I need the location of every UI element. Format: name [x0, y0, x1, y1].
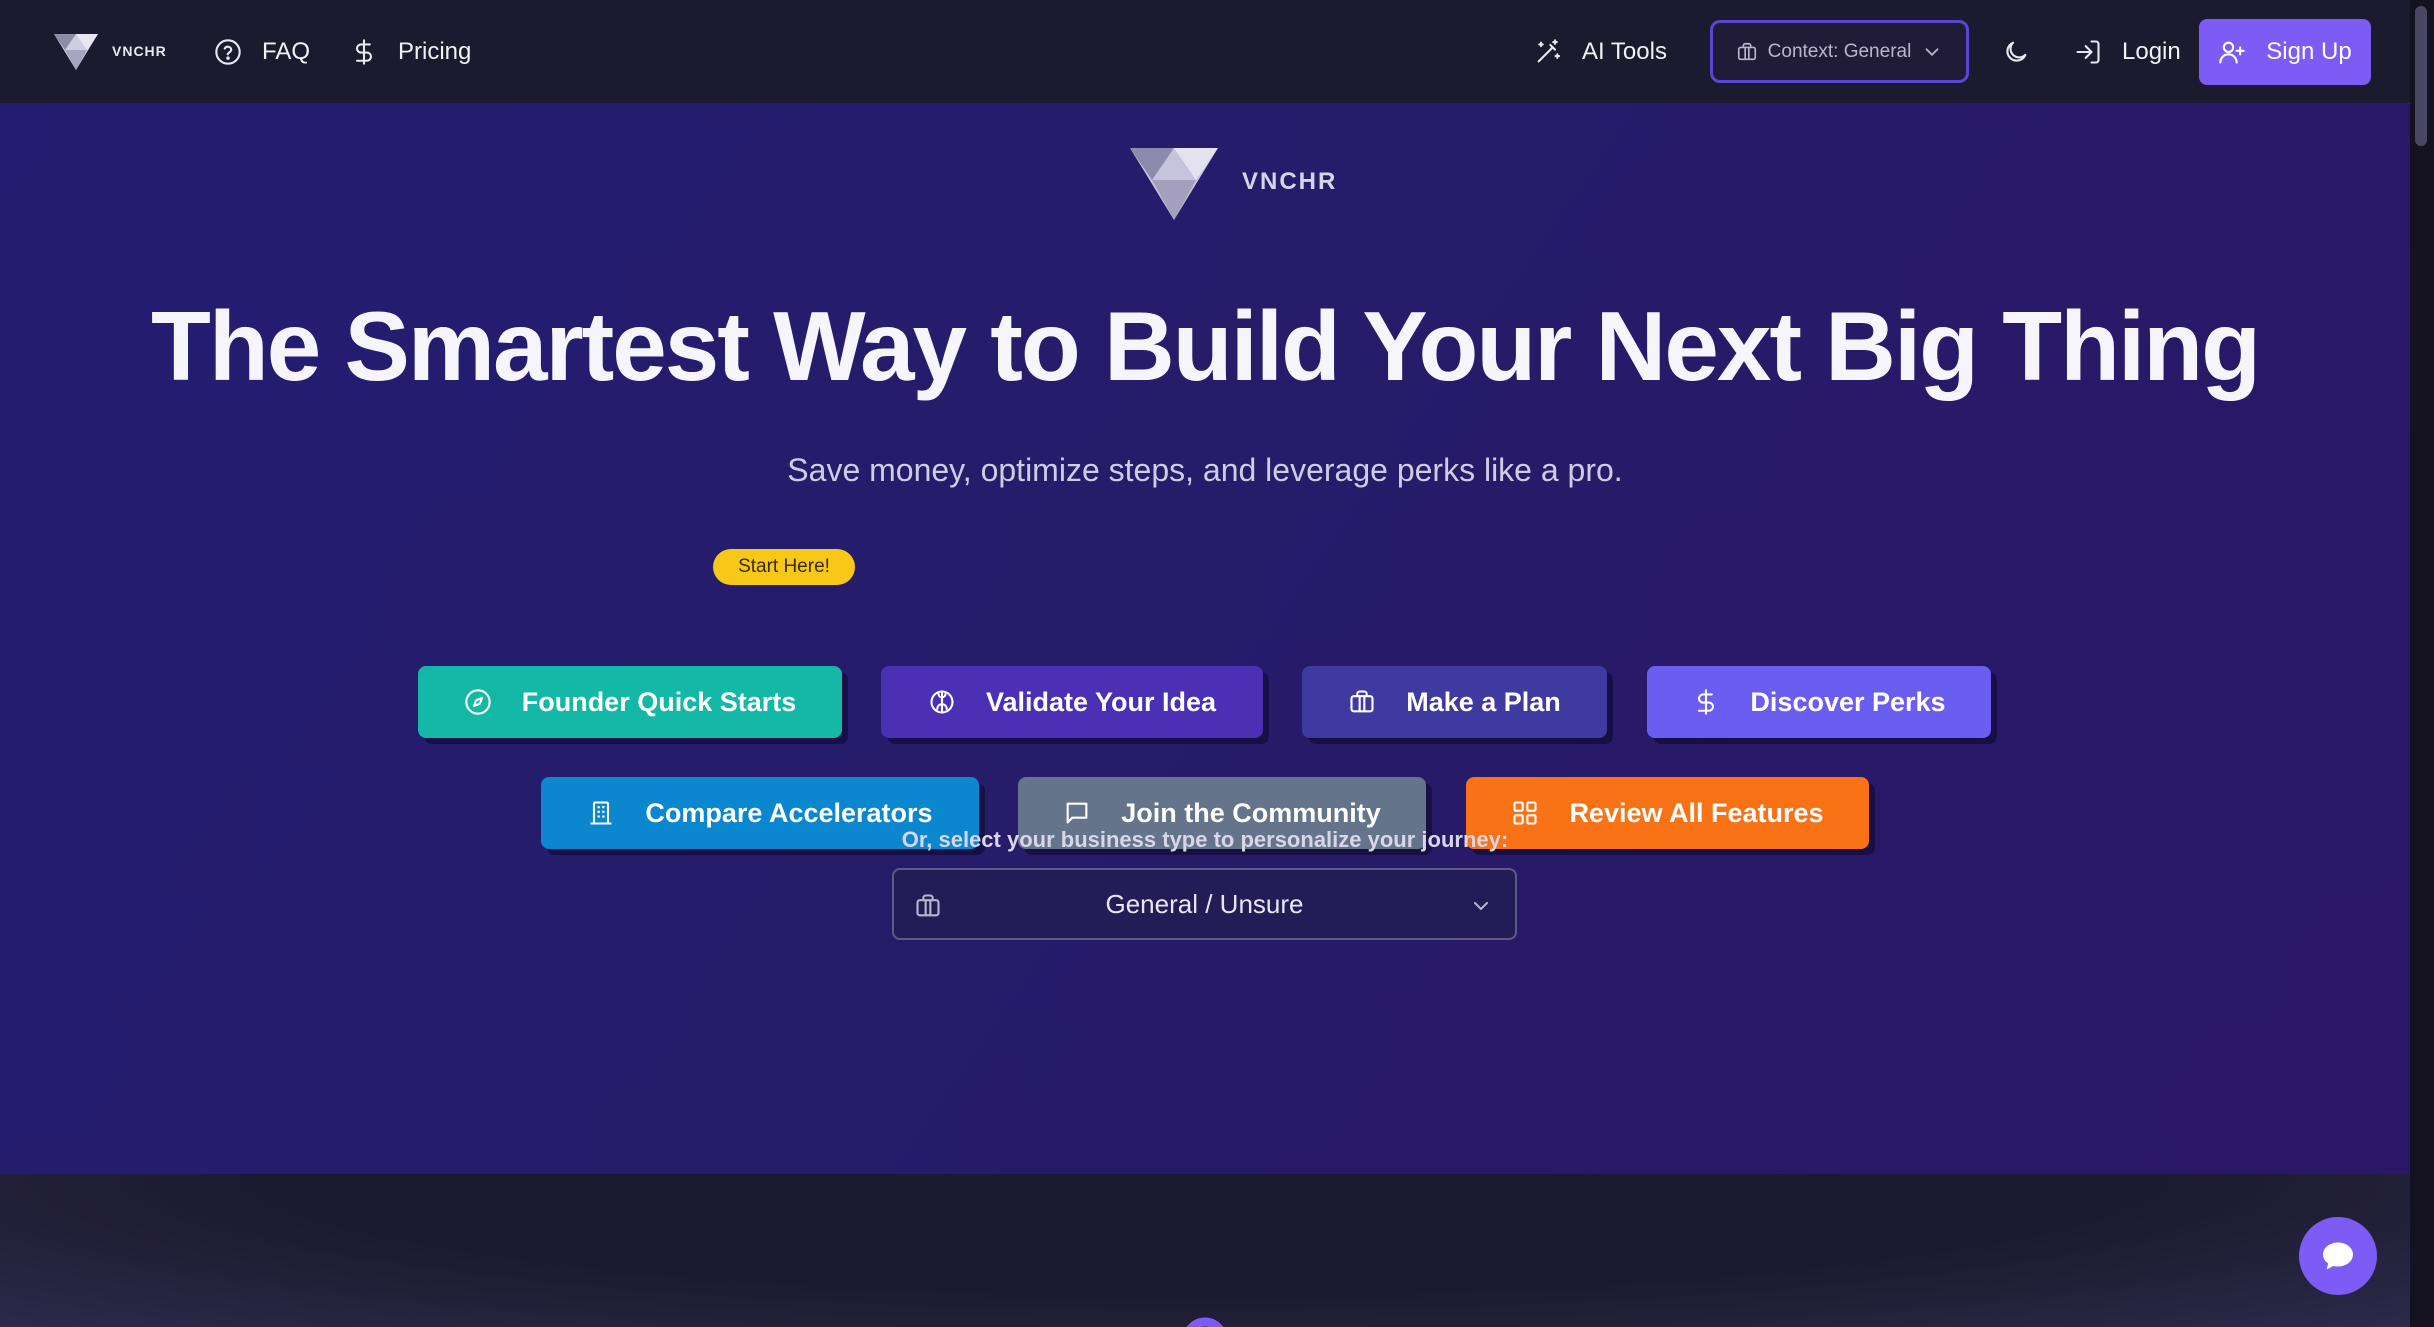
discover-perks-label: Discover Perks [1750, 686, 1946, 717]
nav-faq-link[interactable]: FAQ [214, 0, 310, 104]
sign-up-label: Sign Up [2266, 38, 2352, 65]
login-icon [2076, 40, 2100, 64]
validate-idea-button[interactable]: Validate Your Idea [881, 666, 1263, 738]
compass-icon [465, 689, 491, 715]
hero-section [0, 104, 2410, 1174]
dollar-icon [355, 39, 373, 65]
page-scrollbar[interactable] [2410, 0, 2434, 1327]
moon-icon [2006, 41, 2027, 62]
start-here-badge: Start Here! [713, 549, 855, 585]
discover-perks-button[interactable]: Discover Perks [1647, 666, 1991, 738]
nav-login-link[interactable]: Login [2074, 0, 2181, 104]
hero-logo: VNCHR [1126, 140, 1337, 224]
grid-icon [1513, 801, 1537, 825]
nav-pricing-link[interactable]: Pricing [350, 0, 471, 104]
nav-logo[interactable]: VNCHR [52, 30, 167, 72]
nav-ai-tools-link[interactable]: AI Tools [1534, 0, 1667, 104]
briefcase-icon [1350, 690, 1374, 713]
chat-widget-button[interactable] [2299, 1217, 2377, 1295]
top-nav: VNCHR FAQ Pricing AI Tools Context: Gene… [0, 0, 2410, 104]
business-type-select[interactable]: General / Unsure [892, 868, 1517, 940]
dark-mode-toggle[interactable] [1996, 32, 2036, 72]
user-plus-icon [2219, 41, 2246, 64]
scrollbar-thumb[interactable] [2415, 6, 2427, 146]
chat-icon [2323, 1242, 2353, 1270]
question-circle-icon [215, 39, 241, 65]
vnchr-logo-icon [1130, 148, 1218, 220]
hero-headline: The Smartest Way to Build Your Next Big … [151, 291, 2261, 401]
context-label: Context: General [1767, 40, 1912, 62]
hero-subhead: Save money, optimize steps, and leverage… [787, 452, 1623, 488]
chevron-down-icon [1474, 902, 1488, 911]
review-features-label: Review All Features [1569, 797, 1824, 828]
business-type-value: General / Unsure [1105, 888, 1304, 919]
briefcase-icon [916, 894, 940, 917]
sign-up-button[interactable]: Sign Up [2199, 19, 2371, 85]
brain-icon [930, 690, 954, 714]
badge-icon [1186, 1317, 1224, 1327]
make-plan-button[interactable]: Make a Plan [1302, 666, 1607, 738]
magic-wand-icon [1537, 39, 1561, 63]
vnchr-logo-icon [54, 34, 98, 70]
chevron-down-icon [1925, 47, 1939, 56]
building-icon [590, 801, 612, 825]
make-plan-label: Make a Plan [1406, 686, 1561, 717]
chat-bubble-icon [1066, 802, 1088, 824]
compare-accelerators-label: Compare Accelerators [645, 797, 933, 828]
founder-quick-starts-label: Founder Quick Starts [521, 686, 797, 717]
join-community-label: Join the Community [1121, 797, 1381, 828]
business-type-label: Or, select your business type to persona… [901, 827, 1509, 852]
validate-idea-label: Validate Your Idea [985, 686, 1217, 717]
nav-login-label: Login [2122, 38, 2181, 65]
founder-quick-starts-button[interactable]: Founder Quick Starts [418, 666, 842, 738]
context-selector-button[interactable]: Context: General [1710, 20, 1969, 83]
nav-faq-label: FAQ [262, 38, 311, 65]
hero-brand-text: VNCHR [1242, 168, 1338, 195]
briefcase-icon [1737, 42, 1756, 60]
nav-brand-text: VNCHR [112, 43, 167, 59]
nav-pricing-label: Pricing [398, 38, 472, 65]
dollar-icon [1698, 689, 1715, 715]
nav-ai-tools-label: AI Tools [1582, 38, 1667, 65]
